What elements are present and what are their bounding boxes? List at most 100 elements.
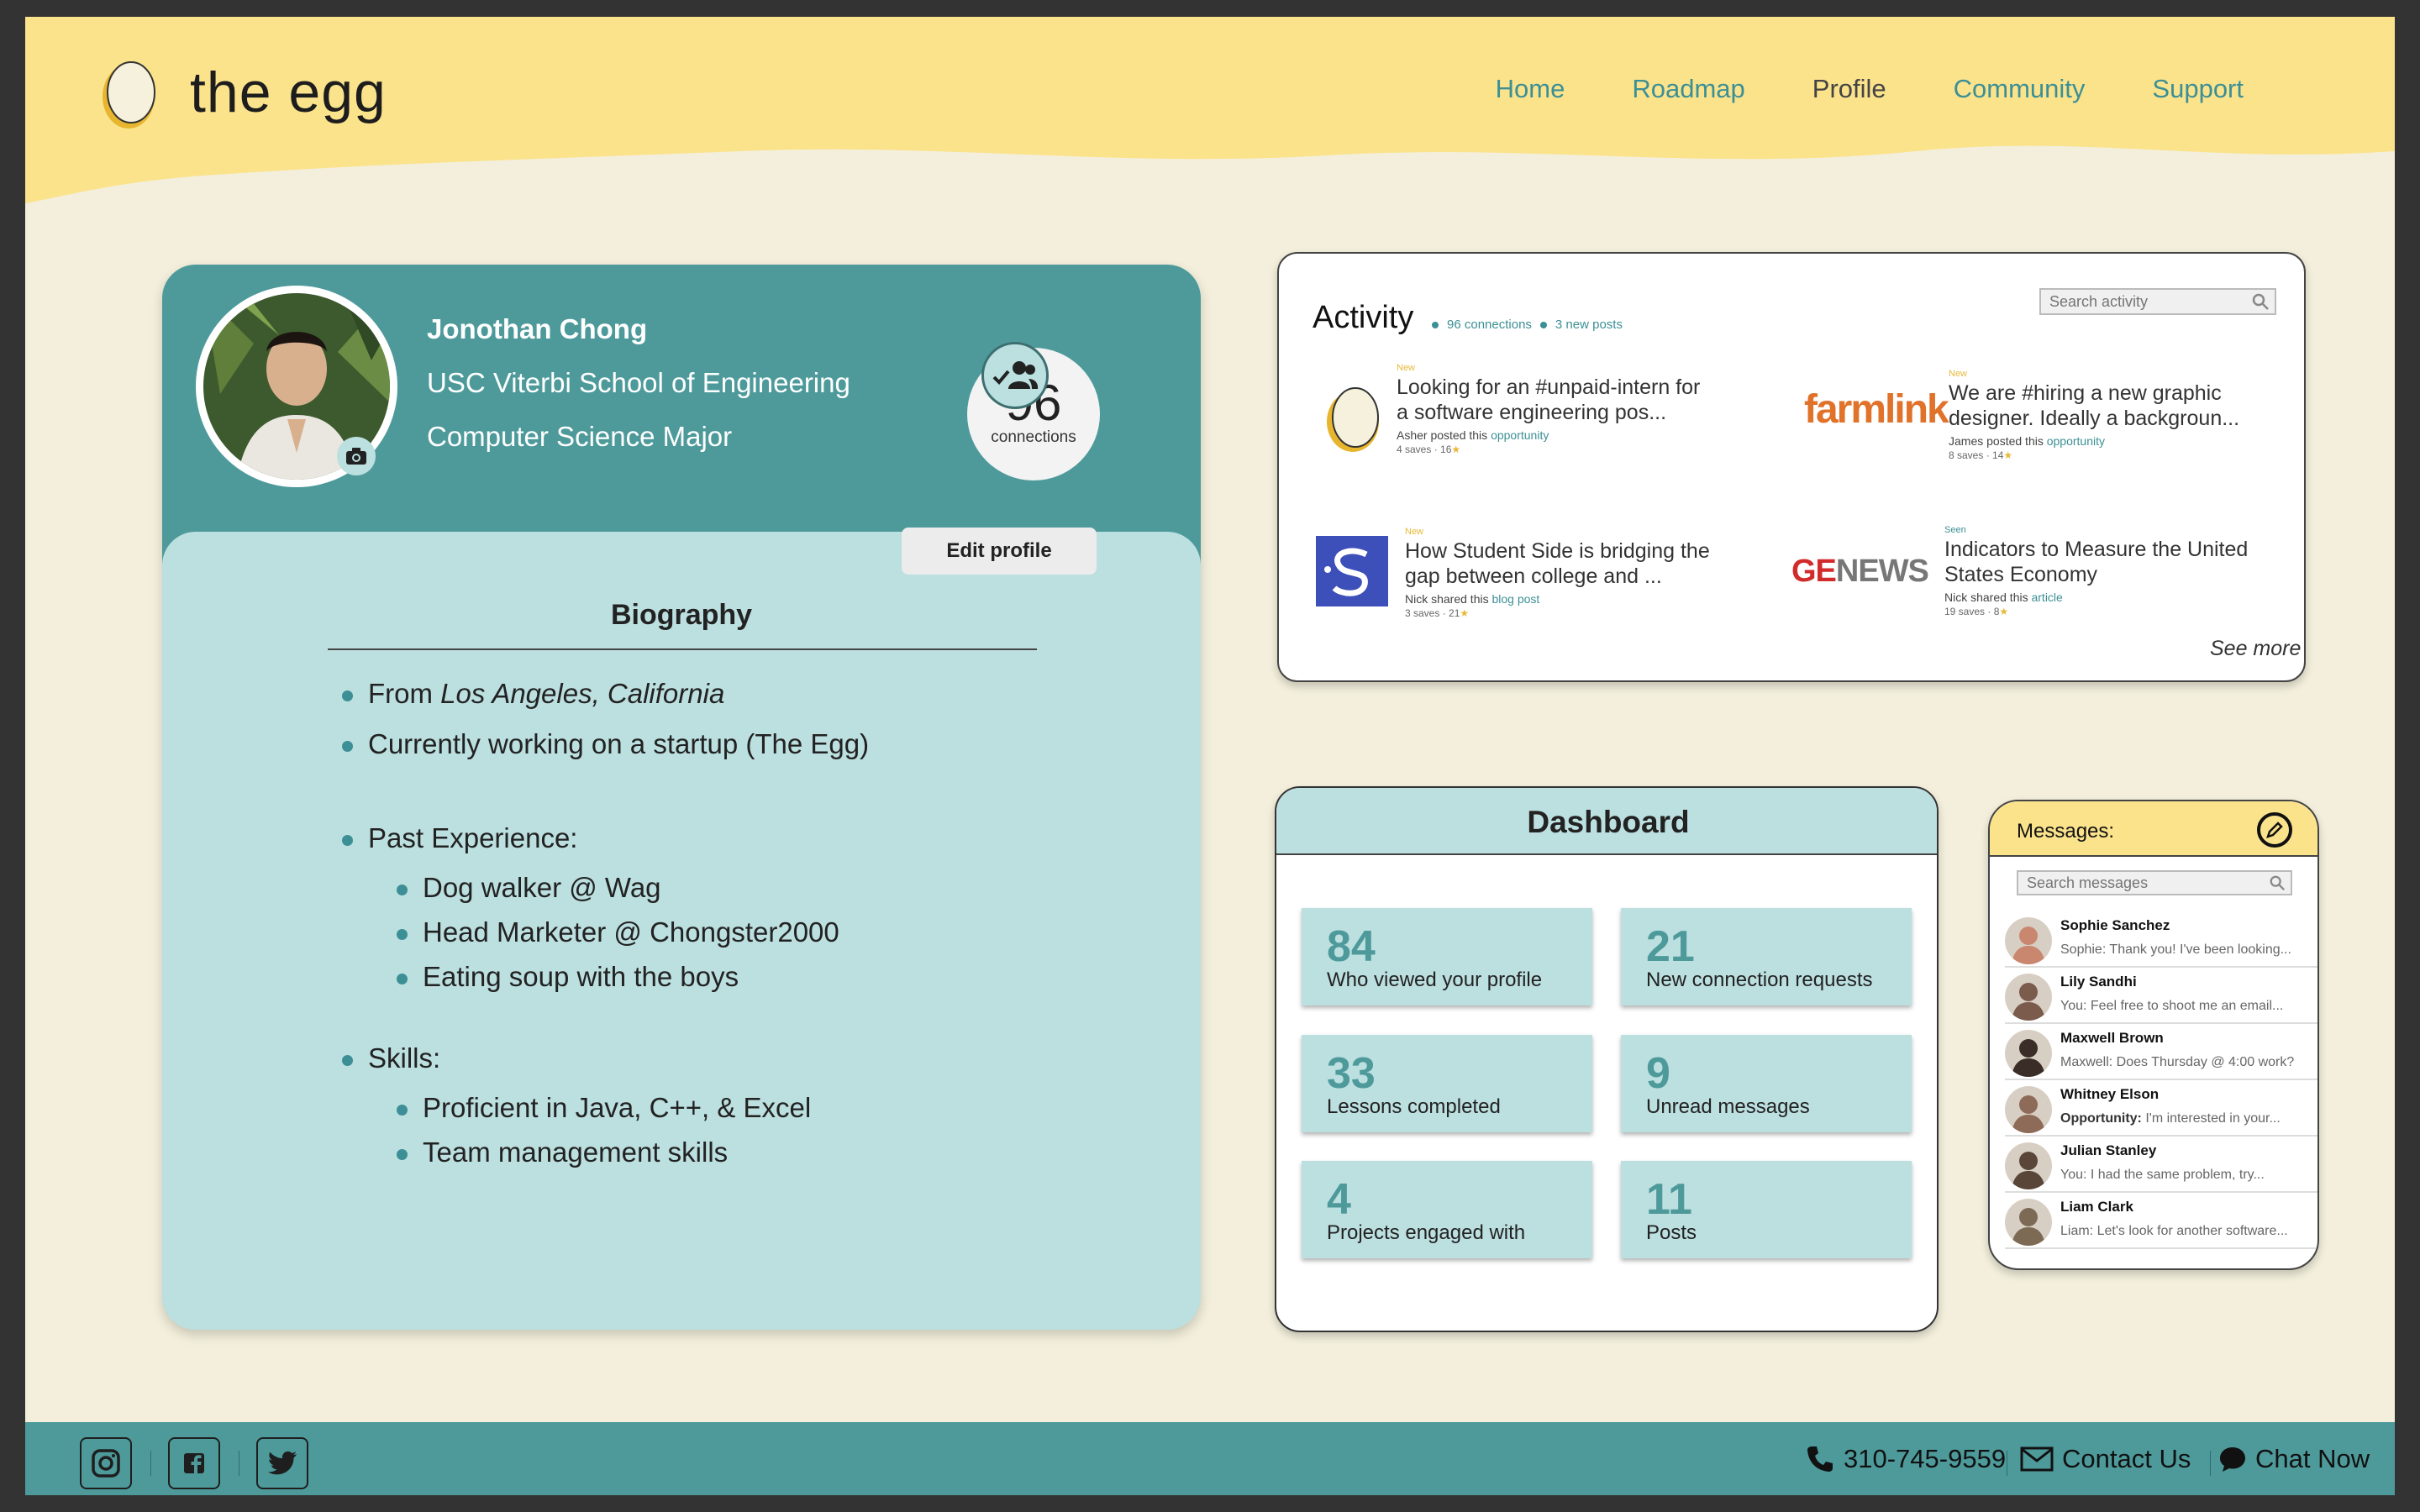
contact-us-link[interactable]: Contact Us (2020, 1444, 2191, 1474)
bio-skill-item-label: Proficient in Java, C++, & Excel (423, 1092, 812, 1123)
message-preview: Sophie: Thank you! I've been looking... (2060, 942, 2312, 958)
messages-card: Messages: Sophie Sanchez Sophie: Thank yo… (1988, 800, 2319, 1270)
activity-connections[interactable]: 96 connections (1447, 318, 1532, 332)
pencil-icon (2266, 822, 2283, 838)
footer-divider (150, 1451, 151, 1476)
phone-link[interactable]: 310-745-9559 (1805, 1444, 2006, 1474)
post-stats: 3 saves · 21★ (1405, 607, 1469, 619)
star-icon: ★ (1999, 606, 2009, 617)
genews-logo-text-a: GE (1791, 554, 1837, 589)
bio-past-heading: Past Experience: (368, 822, 578, 853)
dashboard-tile[interactable]: 4 Projects engaged with (1302, 1161, 1592, 1258)
message-item[interactable]: Maxwell Brown Maxwell: Does Thursday @ 4:… (2005, 1025, 2317, 1080)
bullet (342, 690, 353, 701)
twitter-button[interactable] (256, 1437, 308, 1489)
dashboard-tile[interactable]: 11 Posts (1621, 1161, 1912, 1258)
message-preview-text: You: I had the same problem, try... (2060, 1168, 2265, 1182)
nav-support[interactable]: Support (2152, 74, 2244, 104)
post-tag: New (1405, 527, 1424, 537)
instagram-icon (92, 1449, 120, 1478)
facebook-button[interactable] (168, 1437, 220, 1489)
activity-search-input[interactable] (2039, 288, 2276, 315)
mail-icon (2020, 1446, 2054, 1472)
egg-logo-icon (103, 61, 155, 129)
farmlink-logo-text: farmlink (1804, 387, 1949, 432)
see-more-link[interactable]: See more (2210, 637, 2301, 661)
messages-header: Messages: (1990, 801, 2317, 857)
edit-profile-button[interactable]: Edit profile (902, 528, 1097, 575)
message-item[interactable]: Liam Clark Liam: Let's look for another s… (2005, 1194, 2317, 1249)
star-icon: ★ (2003, 449, 2013, 461)
dashboard-tile[interactable]: 21 New connection requests (1621, 908, 1912, 1005)
bio-skill-item: Team management skills (397, 1137, 728, 1168)
footer-divider (2210, 1451, 2211, 1476)
change-photo-button[interactable] (337, 437, 376, 475)
bio-past-item-label: Head Marketer @ Chongster2000 (423, 916, 839, 948)
post-tag: Seen (1944, 525, 1966, 535)
post-tag: New (1397, 363, 1416, 373)
post-stats: 8 saves · 14★ (1949, 449, 2012, 461)
dashboard-tile[interactable]: 33 Lessons completed (1302, 1035, 1592, 1132)
message-preview: Maxwell: Does Thursday @ 4:00 work? (2060, 1055, 2312, 1070)
search-icon[interactable] (2251, 292, 2270, 311)
bio-item-from: From Los Angeles, California (342, 678, 725, 710)
post-stats-text: 3 saves · 21 (1405, 607, 1460, 619)
nav-home[interactable]: Home (1496, 74, 1565, 104)
message-sender: Sophie Sanchez (2060, 917, 2170, 933)
post-link[interactable]: blog post (1491, 592, 1539, 606)
message-preview: You: Feel free to shoot me an email... (2060, 999, 2312, 1014)
message-sender: Liam Clark (2060, 1199, 2133, 1215)
dashboard-tile[interactable]: 84 Who viewed your profile (1302, 908, 1592, 1005)
message-sender: Maxwell Brown (2060, 1030, 2164, 1046)
chat-now-link[interactable]: Chat Now (2218, 1444, 2370, 1474)
tile-label: Posts (1646, 1221, 1697, 1244)
dashboard-tile[interactable]: 9 Unread messages (1621, 1035, 1912, 1132)
brand-logo[interactable]: the egg (101, 55, 387, 130)
post-link[interactable]: opportunity (1491, 428, 1549, 442)
bullet (397, 1105, 408, 1116)
nav-community[interactable]: Community (1954, 74, 2086, 104)
message-item[interactable]: Sophie Sanchez Sophie: Thank you! I've be… (2005, 912, 2317, 968)
activity-card: Activity 96 connections 3 new posts New … (1277, 252, 2306, 682)
bio-past-item: Dog walker @ Wag (397, 872, 661, 904)
biography-title: Biography (610, 599, 753, 631)
tile-label: Who viewed your profile (1327, 969, 1543, 991)
nav-profile[interactable]: Profile (1812, 74, 1886, 104)
bio-item-past-heading: Past Experience: (342, 822, 578, 854)
tile-value: 84 (1327, 922, 1376, 971)
post-stats-text: 19 saves · 8 (1944, 606, 2000, 617)
bullet (397, 885, 408, 895)
bio-from-place: Los Angeles, California (440, 678, 725, 709)
bio-past-item-label: Dog walker @ Wag (423, 872, 661, 903)
activity-new-posts[interactable]: 3 new posts (1555, 318, 1623, 332)
compose-button[interactable] (2257, 812, 2292, 848)
bullet (397, 1149, 408, 1160)
bio-skill-item: Proficient in Java, C++, & Excel (397, 1092, 812, 1124)
genews-logo-text-b: NEWS (1835, 554, 1929, 589)
bullet (342, 835, 353, 846)
nav-roadmap[interactable]: Roadmap (1632, 74, 1744, 104)
activity-title: Activity (1313, 300, 1414, 335)
search-icon[interactable] (2269, 874, 2286, 891)
studentside-logo (1316, 536, 1388, 606)
message-item[interactable]: Whitney Elson Opportunity: I'm interested… (2005, 1081, 2317, 1137)
post-tag: New (1949, 369, 1968, 379)
instagram-button[interactable] (80, 1437, 132, 1489)
post-stats: 19 saves · 8★ (1944, 606, 2008, 617)
contact-us-label: Contact Us (2062, 1444, 2191, 1473)
connections-button[interactable] (981, 342, 1049, 409)
message-item[interactable]: Lily Sandhi You: Feel free to shoot me an… (2005, 969, 2317, 1024)
tile-value: 9 (1646, 1049, 1670, 1098)
profile-card: Jonothan Chong USC Viterbi School of Eng… (162, 265, 1201, 1330)
bullet (342, 741, 353, 752)
post-link[interactable]: opportunity (2047, 434, 2105, 448)
messages-search-input[interactable] (2017, 870, 2292, 895)
dot-icon (1539, 321, 1547, 328)
message-preview: Opportunity: I'm interested in your... (2060, 1111, 2312, 1126)
post-link[interactable]: article (2031, 591, 2062, 604)
post-stats-text: 4 saves · 16 (1397, 444, 1452, 455)
bio-current: Currently working on a startup (The Egg) (368, 728, 870, 759)
message-item[interactable]: Julian Stanley You: I had the same proble… (2005, 1137, 2317, 1193)
connections-label: connections (991, 428, 1076, 446)
post-author-text: Nick shared this (1944, 591, 2032, 604)
